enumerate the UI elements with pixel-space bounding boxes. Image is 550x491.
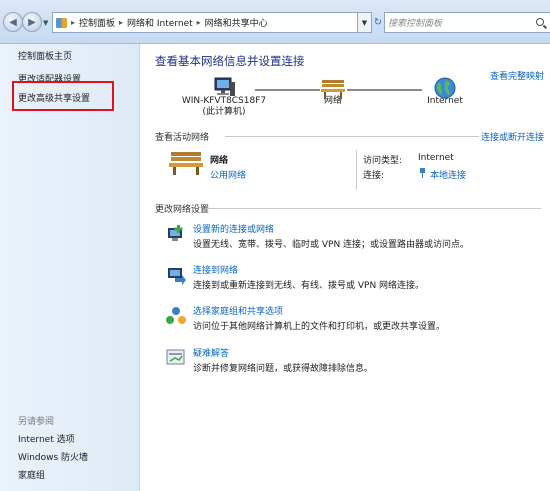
globe-icon [434,77,456,99]
see-also-homegroup[interactable]: 家庭组 [18,468,45,481]
task-connect-network: 连接到网络 连接到或重新连接到无线、有线、拨号或 VPN 网络连接。 [163,263,543,295]
connect-disconnect-link[interactable]: 连接或断开连接 [481,130,544,143]
divider [225,136,479,137]
see-also-internet-options[interactable]: Internet 选项 [18,432,75,445]
recent-pages-icon[interactable]: ▼ [43,19,48,27]
sidebar-item-control-panel-home[interactable]: 控制面板主页 [18,49,72,62]
map-node-computer[interactable]: WIN-KFVT8CS18F7 (此计算机) [179,68,269,118]
task-homegroup: 选择家庭组和共享选项 访问位于其他网络计算机上的文件和打印机，或更改共享设置。 [163,304,543,336]
task-troubleshoot: 疑难解答 诊断并修复网络问题，或获得故障排除信息。 [163,346,543,378]
connection-label: 连接: [363,171,385,181]
highlight-box [12,81,114,111]
breadcrumb-separator[interactable]: ▸ [119,18,123,27]
bench-network-icon [169,152,203,175]
connect-network-icon [168,268,186,285]
homegroup-icon [166,307,186,324]
troubleshoot-link[interactable]: 疑难解答 [193,346,229,359]
refresh-button[interactable]: ↻ [373,12,383,33]
setup-connection-desc: 设置无线、宽带、拨号、临时或 VPN 连接；或设置路由器或访问点。 [193,240,470,250]
active-network-panel: 网络 公用网络 访问类型: Internet 连接: 本地连接 [169,150,549,200]
breadcrumb-network-sharing-center[interactable]: 网络和共享中心 [205,16,268,29]
main-content: 查看基本网络信息并设置连接 查看完整映射 WIN-KFVT8CS18F7 (此计… [141,44,550,491]
search-input[interactable]: 搜索控制面板 [384,12,550,33]
computer-sublabel: (此计算机) [202,107,246,117]
local-connection-link[interactable]: 本地连接 [430,168,466,181]
bench-network-icon [321,80,345,99]
see-also-windows-firewall[interactable]: Windows 防火墙 [18,450,88,463]
address-dropdown-button[interactable]: ▼ [358,12,372,33]
forward-button[interactable]: ▶ [22,12,42,32]
address-field[interactable]: ▸ 控制面板 ▸ 网络和 Internet ▸ 网络和共享中心 [52,12,358,33]
setup-connection-link[interactable]: 设置新的连接或网络 [193,222,274,235]
connect-network-desc: 连接到或重新连接到无线、有线、拨号或 VPN 网络连接。 [193,281,425,291]
sidebar: 控制面板主页 更改适配器设置 更改高级共享设置 另请参阅 Internet 选项… [0,44,140,491]
network-type-link[interactable]: 公用网络 [210,168,246,181]
homegroup-sharing-link[interactable]: 选择家庭组和共享选项 [193,304,283,317]
map-node-internet[interactable]: Internet [410,68,480,107]
forward-arrow-icon: ▶ [28,16,36,28]
map-node-network[interactable]: 网络 [313,68,353,107]
search-icon[interactable] [536,18,544,26]
active-network-name: 网络 [210,156,229,166]
divider [206,208,541,209]
connect-network-link[interactable]: 连接到网络 [193,263,238,276]
divider [356,150,357,190]
task-setup-connection: 设置新的连接或网络 设置无线、宽带、拨号、临时或 VPN 连接；或设置路由器或访… [163,222,543,254]
breadcrumb-separator[interactable]: ▸ [71,18,75,27]
breadcrumb-control-panel[interactable]: 控制面板 [79,16,115,29]
back-button[interactable]: ◀ [3,12,23,32]
breadcrumb-network-internet[interactable]: 网络和 Internet [127,16,193,29]
network-map: WIN-KFVT8CS18F7 (此计算机) 网络 Internet [155,68,545,128]
back-arrow-icon: ◀ [9,16,17,28]
chevron-down-icon: ▼ [361,18,368,27]
active-networks-heading: 查看活动网络 [155,133,210,143]
refresh-icon: ↻ [373,17,383,28]
computer-icon [214,77,235,96]
access-type-value: Internet [418,153,454,163]
troubleshoot-icon [166,349,185,365]
see-also-heading: 另请参阅 [18,417,55,427]
ethernet-icon [420,168,425,178]
search-placeholder: 搜索控制面板 [388,19,443,29]
new-connection-icon [168,225,183,241]
troubleshoot-desc: 诊断并修复网络问题，或获得故障排除信息。 [193,364,374,374]
page-title: 查看基本网络信息并设置连接 [155,54,305,68]
access-type-label: 访问类型: [363,156,403,166]
breadcrumb-separator[interactable]: ▸ [197,18,201,27]
homegroup-sharing-desc: 访问位于其他网络计算机上的文件和打印机，或更改共享设置。 [193,322,446,332]
control-panel-icon [56,17,67,28]
address-bar-area: ◀ ▶ ▼ ▸ 控制面板 ▸ 网络和 Internet ▸ 网络和共享中心 ▼ … [0,0,550,44]
change-settings-heading: 更改网络设置 [155,205,210,215]
